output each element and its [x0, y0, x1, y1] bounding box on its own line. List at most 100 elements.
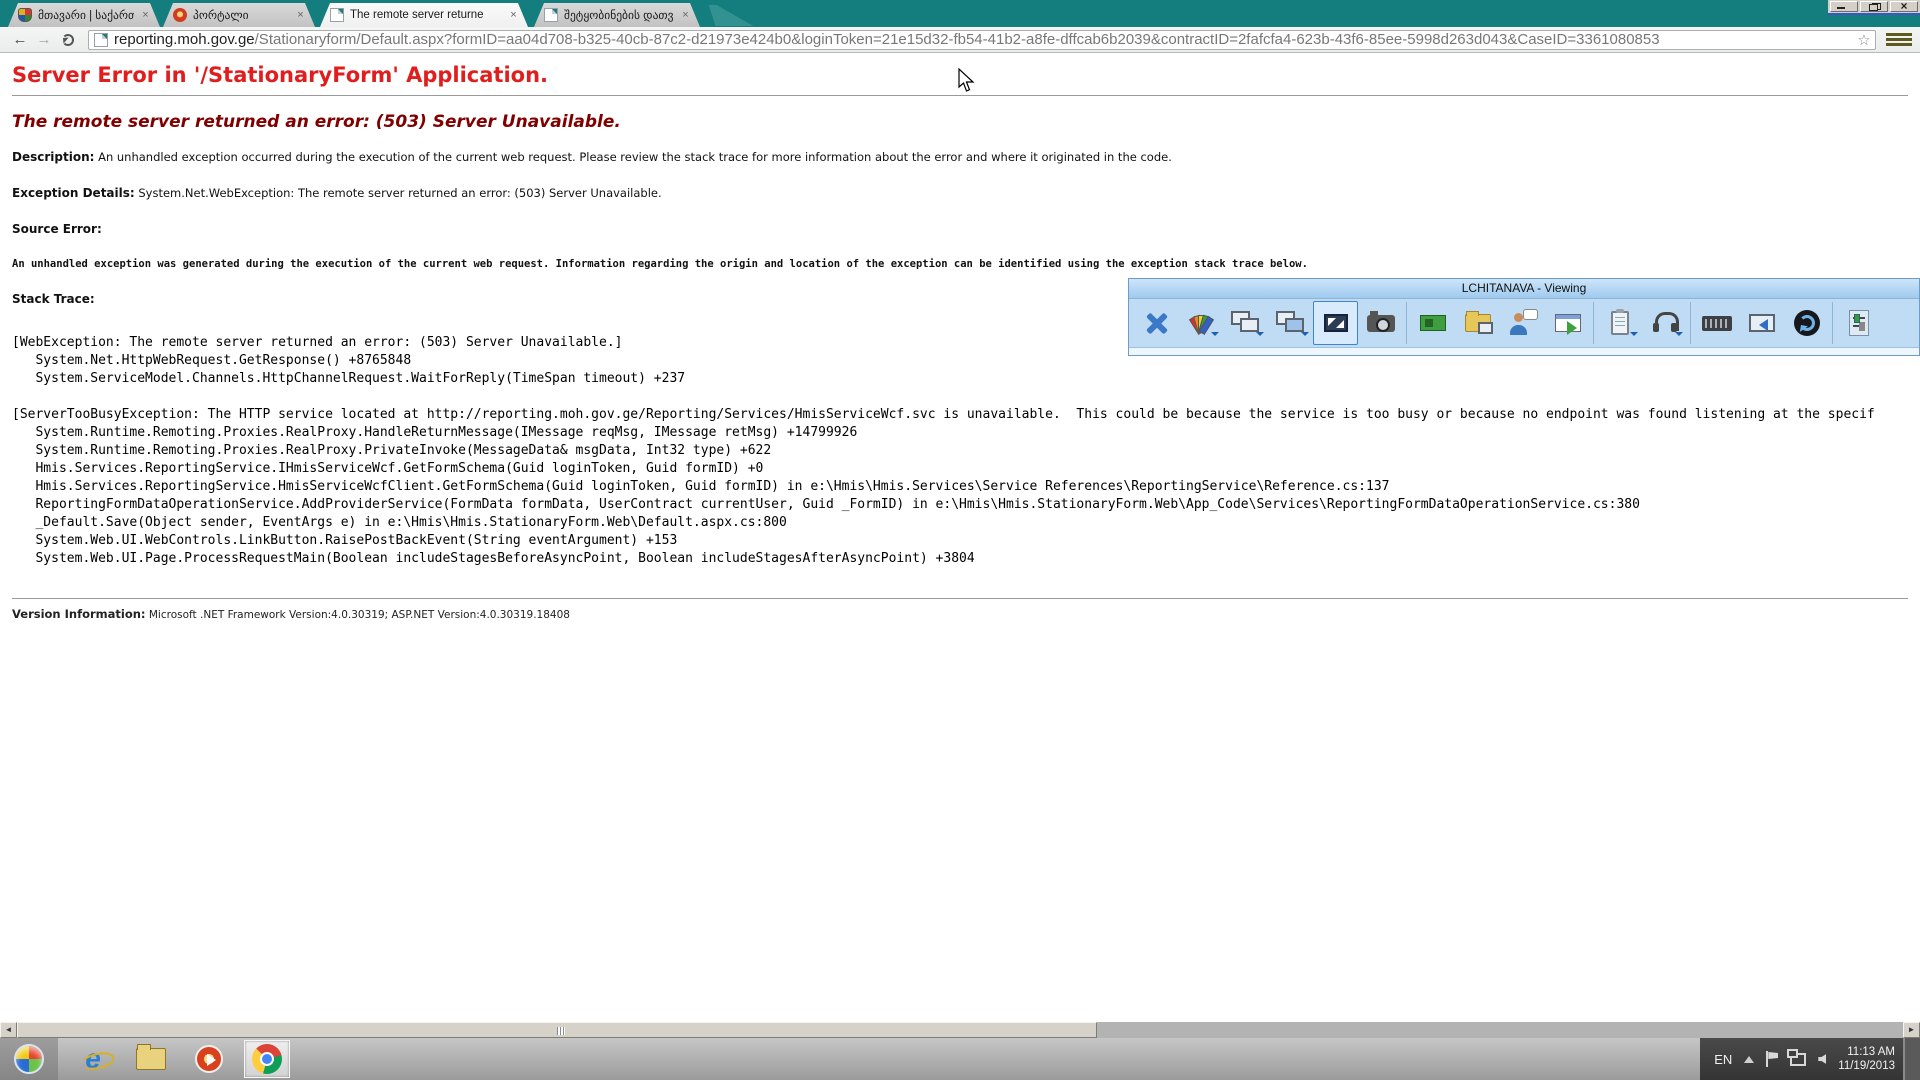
settings-sliders-icon[interactable] — [1836, 301, 1881, 345]
scroll-left-arrow-icon[interactable] — [0, 1022, 17, 1038]
source-error-line: Source Error: — [12, 222, 1908, 236]
audio-headset-icon[interactable] — [1642, 301, 1687, 345]
remote-desktop-screen: მთავარი | საქართველ პორტალი The remote s… — [0, 0, 1920, 1080]
show-desktop-button[interactable] — [1903, 1038, 1920, 1080]
ctrl-alt-del-icon[interactable] — [1739, 301, 1784, 345]
reload-button[interactable] — [56, 29, 80, 51]
tray-time: 11:13 AM — [1838, 1045, 1895, 1059]
tab-title: პორტალი — [193, 8, 289, 22]
close-button[interactable] — [1890, 1, 1918, 12]
tab-close-icon[interactable] — [507, 9, 520, 22]
taskbar-media-player[interactable] — [186, 1040, 232, 1078]
url-domain: reporting.moh.gov.ge — [114, 31, 255, 48]
viewer-toolbar-window: LCHITANAVA - Viewing — [1128, 278, 1920, 356]
clipboard-icon[interactable] — [1597, 301, 1642, 345]
horizontal-scrollbar[interactable] — [0, 1022, 1920, 1038]
chrome-tab-strip: მთავარი | საქართველ პორტალი The remote s… — [0, 0, 1920, 27]
media-player-icon — [195, 1045, 223, 1073]
screenshot-camera-icon[interactable] — [1358, 301, 1403, 345]
divider — [12, 598, 1908, 599]
tab-title: The remote server returne — [350, 9, 502, 21]
restore-button[interactable] — [1860, 1, 1888, 12]
exception-details-label: Exception Details: — [12, 186, 135, 200]
exception-details-line: Exception Details: System.Net.WebExcepti… — [12, 186, 1908, 200]
new-tab-button[interactable] — [709, 5, 762, 26]
page-favicon — [544, 8, 558, 22]
toolbar-separator — [1593, 302, 1594, 344]
tab-portal[interactable]: პორტალი — [163, 3, 315, 27]
version-information-label: Version Information: — [12, 607, 146, 621]
scrollbar-grip — [557, 1027, 565, 1035]
monitor-arrow-icon — [1749, 314, 1775, 332]
language-indicator[interactable]: EN — [1714, 1052, 1732, 1067]
description-text: An unhandled exception occurred during t… — [98, 150, 1172, 164]
reboot-refresh-icon[interactable] — [1784, 301, 1829, 345]
cursor-arrow-icon — [958, 68, 976, 94]
tab-home-georgia[interactable]: მთავარი | საქართველ — [8, 3, 160, 27]
url-text: reporting.moh.gov.ge/Stationaryform/Defa… — [114, 31, 1660, 48]
address-bar[interactable]: reporting.moh.gov.ge/Stationaryform/Defa… — [88, 30, 1876, 50]
source-error-label: Source Error: — [12, 222, 102, 236]
window-arrow-icon — [1555, 314, 1581, 332]
version-information-line: Version Information: Microsoft .NET Fram… — [12, 607, 1908, 621]
arrange-windows-icon[interactable] — [1268, 301, 1313, 345]
bookmark-star-icon[interactable] — [1853, 31, 1875, 49]
exception-details-text: System.Net.WebException: The remote serv… — [138, 186, 661, 200]
taskbar-chrome[interactable] — [244, 1040, 290, 1078]
viewer-window-bottom — [1129, 347, 1919, 355]
monitors-icon[interactable] — [1223, 301, 1268, 345]
fit-to-screen-icon[interactable] — [1313, 301, 1358, 345]
system-tray: EN 11:13 AM 11/19/2013 — [1700, 1038, 1903, 1080]
tab-notifications[interactable]: შეტყობინების დათვალ — [534, 3, 700, 27]
disconnect-x-icon[interactable] — [1133, 301, 1178, 345]
tab-close-icon[interactable] — [294, 9, 307, 22]
taskbar-file-explorer[interactable] — [128, 1040, 174, 1078]
send-keyboard-icon[interactable] — [1694, 301, 1739, 345]
viewer-title-bar[interactable]: LCHITANAVA - Viewing — [1129, 279, 1919, 298]
volume-icon[interactable] — [1818, 1054, 1826, 1064]
page-favicon — [94, 33, 108, 47]
tray-date: 11/19/2013 — [1838, 1059, 1895, 1073]
chrome-toolbar: reporting.moh.gov.ge/Stationaryform/Defa… — [0, 27, 1920, 53]
taskbar-internet-explorer[interactable]: e — [70, 1040, 116, 1078]
tab-title: მთავარი | საქართველ — [38, 8, 134, 22]
action-center-flag-icon[interactable] — [1766, 1051, 1778, 1067]
send-window-icon[interactable] — [1545, 301, 1590, 345]
tab-title: შეტყობინების დათვალ — [564, 8, 674, 22]
georgia-shield-favicon — [18, 8, 32, 22]
forward-button[interactable] — [32, 29, 56, 51]
color-quality-icon[interactable] — [1178, 301, 1223, 345]
clock[interactable]: 11:13 AM 11/19/2013 — [1838, 1045, 1899, 1073]
person-chat-icon — [1510, 311, 1536, 335]
page-favicon — [330, 8, 344, 22]
portal-favicon — [173, 8, 187, 22]
chrome-menu-icon[interactable] — [1886, 30, 1912, 50]
back-button[interactable] — [8, 29, 32, 51]
graphics-card-icon[interactable] — [1410, 301, 1455, 345]
toolbar-separator — [1406, 302, 1407, 344]
fullscreen-icon — [1324, 314, 1348, 332]
mouse-cursor — [958, 68, 976, 99]
version-information-text: Microsoft .NET Framework Version:4.0.303… — [149, 609, 570, 621]
file-transfer-icon[interactable] — [1455, 301, 1500, 345]
windows-logo-icon — [14, 1044, 44, 1074]
sliders-icon — [1849, 310, 1869, 336]
scroll-right-arrow-icon[interactable] — [1903, 1022, 1920, 1038]
start-button[interactable] — [0, 1038, 58, 1080]
tab-remote-server-error[interactable]: The remote server returne — [320, 3, 528, 27]
minimize-button[interactable] — [1830, 1, 1858, 12]
camera-icon — [1367, 315, 1395, 332]
description-line: Description: An unhandled exception occu… — [12, 150, 1908, 164]
keyboard-icon — [1702, 316, 1732, 331]
network-icon[interactable] — [1790, 1053, 1806, 1066]
chrome-icon — [252, 1044, 282, 1074]
toolbar-separator — [1690, 302, 1691, 344]
scrollbar-thumb[interactable] — [17, 1022, 1097, 1038]
tab-close-icon[interactable] — [679, 9, 692, 22]
show-hidden-icons-chevron[interactable] — [1744, 1051, 1754, 1063]
palette-icon — [1187, 310, 1215, 336]
toolbar-separator — [1832, 302, 1833, 344]
tab-close-icon[interactable] — [139, 9, 152, 22]
chat-icon[interactable] — [1500, 301, 1545, 345]
arrange-monitor-icon — [1276, 311, 1306, 335]
